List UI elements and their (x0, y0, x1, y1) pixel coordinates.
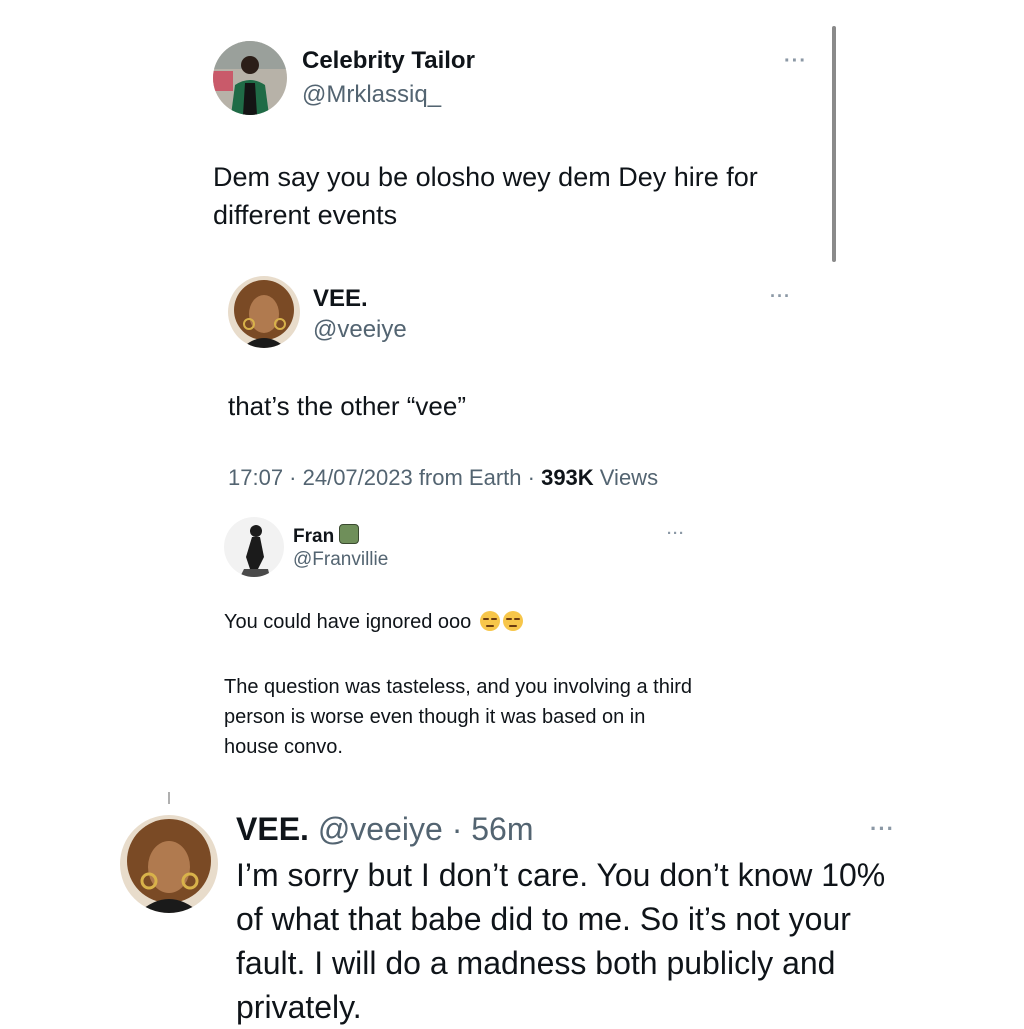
author-name[interactable]: Fran (293, 526, 334, 547)
tweet-header: VEE. @veeiye · 56m (236, 811, 533, 848)
timestamp[interactable]: · 56m (452, 811, 534, 847)
avatar-photo (120, 815, 218, 913)
scrollbar[interactable] (832, 26, 836, 262)
avatar-celebrity-tailor[interactable] (213, 41, 287, 115)
author-name[interactable]: Celebrity Tailor (302, 47, 475, 75)
unamused-face-icon (502, 611, 523, 631)
avatar-photo (213, 41, 287, 115)
reply-line-1: You could have ignored ooo (224, 611, 523, 634)
author-name-row: Fran (293, 524, 360, 548)
views-label: Views (593, 465, 659, 490)
author-name[interactable]: VEE. (236, 811, 309, 847)
thread-line (168, 792, 170, 804)
author-handle[interactable]: @Mrklassiq_ (302, 81, 441, 109)
tweet-text: I’m sorry but I don’t care. You don’t kn… (236, 857, 886, 1025)
author-handle[interactable]: @Franvillie (293, 549, 388, 571)
avatar-photo (228, 276, 300, 348)
tweet-text: Dem say you be olosho wey dem Dey hire f… (213, 162, 758, 230)
avatar-vee[interactable] (120, 815, 218, 913)
author-name[interactable]: VEE. (313, 285, 368, 313)
more-options-icon[interactable]: ··· (770, 286, 791, 307)
avatar-photo (224, 517, 284, 577)
avatar-vee[interactable] (228, 276, 300, 348)
more-options-icon[interactable]: ··· (784, 50, 807, 73)
badge-emoji-icon (339, 524, 360, 544)
tweet-meta: 17:07 · 24/07/2023 from Earth · 393K Vie… (228, 465, 658, 491)
timestamp[interactable]: 17:07 · 24/07/2023 from Earth · (228, 465, 541, 490)
reply-text: You could have ignored ooo (224, 611, 472, 633)
author-handle[interactable]: @veeiye (318, 811, 443, 847)
unamused-face-icon (479, 611, 500, 631)
author-handle[interactable]: @veeiye (313, 316, 407, 344)
tweet-text: that’s the other “vee” (228, 391, 466, 421)
views-count: 393K (541, 465, 594, 490)
avatar-fran[interactable] (224, 517, 284, 577)
more-options-icon[interactable]: ··· (667, 525, 685, 542)
more-options-icon[interactable]: ··· (870, 816, 895, 842)
reply-text-2: The question was tasteless, and you invo… (224, 676, 693, 758)
